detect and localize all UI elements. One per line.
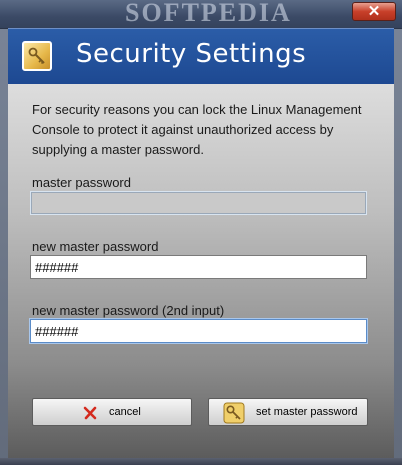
security-settings-window: SOFTPEDIA ✕ Security Settings For securi… — [0, 0, 402, 465]
close-button[interactable]: ✕ — [352, 2, 396, 21]
new-master-password-label: new master password — [32, 239, 159, 254]
cancel-button-label: cancel — [109, 406, 141, 418]
softpedia-watermark: SOFTPEDIA — [125, 0, 292, 27]
header-banner: Security Settings — [8, 28, 394, 85]
cancel-button[interactable]: cancel — [32, 398, 192, 426]
page-title: Security Settings — [76, 39, 307, 69]
description-text: For security reasons you can lock the Li… — [32, 102, 362, 157]
new-master-password-field[interactable] — [30, 255, 367, 279]
key-icon — [223, 402, 245, 424]
red-x-icon — [81, 404, 99, 422]
master-password-label: master password — [32, 175, 131, 190]
set-master-password-button[interactable]: set master password — [208, 398, 368, 426]
title-bar[interactable]: SOFTPEDIA ✕ — [0, 0, 402, 29]
settings-panel: For security reasons you can lock the Li… — [8, 84, 394, 458]
window-bottom-border — [0, 458, 402, 465]
set-master-password-label: set master password — [256, 406, 358, 418]
confirm-master-password-label: new master password (2nd input) — [32, 303, 225, 318]
master-password-field[interactable] — [30, 191, 367, 215]
confirm-master-password-field[interactable] — [30, 319, 367, 343]
security-key-icon — [22, 41, 52, 71]
